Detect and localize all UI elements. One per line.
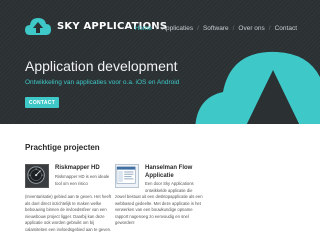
project-name[interactable]: Hanselman Flow	[145, 165, 192, 171]
project-name-line2[interactable]: Applicatie	[145, 173, 174, 179]
project-description: Riskmapper HD is een ideale tool om een …	[55, 174, 110, 186]
project-description: zowel bestuat uit een desktopapplicatie …	[115, 194, 203, 226]
nav-separator: /	[197, 25, 199, 32]
app-window-icon	[115, 164, 139, 188]
section-title: Prachtige projecten	[25, 143, 100, 152]
nav-software[interactable]: Software	[203, 25, 229, 32]
project-description: (Inventarisatie) gebied aan te geven. He…	[25, 194, 112, 232]
hero-title: Application development	[25, 58, 178, 74]
nav-separator: /	[155, 25, 158, 32]
nav-separator: /	[268, 25, 271, 32]
projects-section: Prachtige projecten Riskmapper HD Riskma…	[0, 124, 320, 240]
main-nav: Home / Applicaties / Software / Over ons…	[135, 25, 297, 32]
gauge-icon	[25, 164, 49, 188]
nav-applicaties[interactable]: Applicaties	[162, 25, 193, 32]
project-name[interactable]: Riskmapper HD	[55, 165, 100, 171]
contact-button[interactable]: CONTACT	[25, 97, 59, 108]
hero-subtitle: Ontwikkeling van applicaties voor o.a. i…	[25, 79, 180, 86]
nav-separator: /	[232, 25, 235, 32]
nav-over-ons[interactable]: Over ons	[238, 25, 264, 32]
nav-contact[interactable]: Contact	[275, 25, 297, 32]
cloud-upload-illustration	[195, 51, 320, 124]
hero-banner: SKY APPLICATIONS Home / Applicaties / So…	[0, 0, 320, 124]
project-description: Een door Sky Applications ontwikkelde ap…	[145, 181, 194, 193]
nav-home[interactable]: Home	[135, 25, 152, 32]
cloud-upload-icon	[25, 18, 51, 35]
